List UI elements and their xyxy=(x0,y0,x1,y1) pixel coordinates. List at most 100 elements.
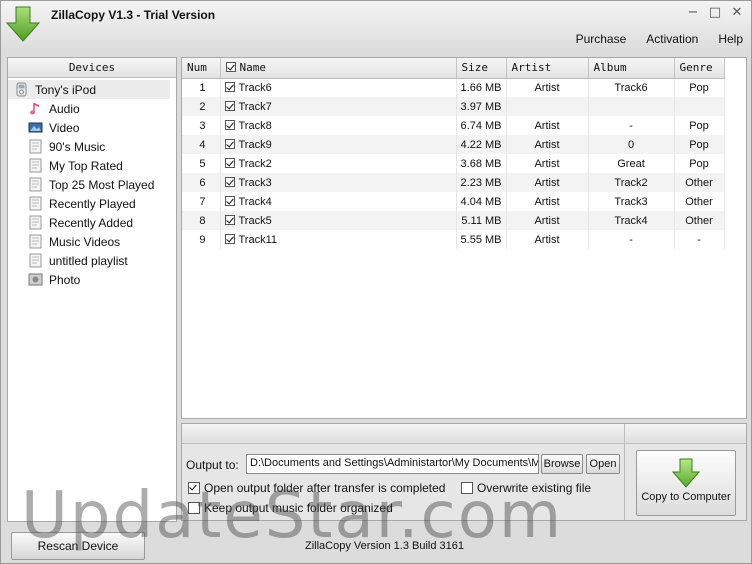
cell-genre: Pop xyxy=(674,116,725,135)
copy-to-computer-label: Copy to Computer xyxy=(641,491,731,503)
track-checkbox[interactable] xyxy=(224,157,235,168)
table-row[interactable]: 5 Track2 3.68 MB Artist Great Pop xyxy=(182,154,725,173)
keep-organized-option[interactable]: Keep output music folder organized xyxy=(188,501,393,515)
tree-item-video[interactable]: Video xyxy=(8,118,176,137)
browse-button[interactable]: Browse xyxy=(541,454,583,474)
cell-num: 1 xyxy=(182,78,221,97)
cell-album xyxy=(588,97,675,116)
cell-name: Track4 xyxy=(220,192,457,211)
col-album[interactable]: Album xyxy=(588,58,675,79)
cell-genre xyxy=(674,97,725,116)
cell-num: 3 xyxy=(182,116,221,135)
tree-item-label: Photo xyxy=(49,272,81,287)
minimize-button[interactable]: − xyxy=(685,5,701,21)
cell-genre: Pop xyxy=(674,154,725,173)
close-button[interactable]: ✕ xyxy=(729,5,745,21)
keep-organized-checkbox[interactable] xyxy=(188,502,200,514)
table-row[interactable]: 8 Track5 5.11 MB Artist Track4 Other xyxy=(182,211,725,230)
tree-item-audio[interactable]: Audio xyxy=(8,99,176,118)
open-after-label: Open output folder after transfer is com… xyxy=(204,481,446,495)
track-checkbox[interactable] xyxy=(224,119,235,130)
device-tree: Tony's iPod Audio Video 90's Music My To… xyxy=(8,78,176,289)
cell-num: 7 xyxy=(182,192,221,211)
col-size[interactable]: Size xyxy=(456,58,507,79)
cell-artist: Artist xyxy=(506,116,589,135)
tree-item-photo[interactable]: Photo xyxy=(8,270,176,289)
transfer-divider xyxy=(624,424,625,520)
track-checkbox[interactable] xyxy=(224,81,235,92)
track-name: Track2 xyxy=(238,157,272,170)
tree-item-untitled-playlist[interactable]: untitled playlist xyxy=(8,251,176,270)
cell-genre: - xyxy=(674,230,725,249)
cell-album: Track4 xyxy=(588,211,675,230)
cell-artist xyxy=(506,97,589,116)
track-checkbox[interactable] xyxy=(224,176,235,187)
cell-size: 2.23 MB xyxy=(456,173,507,192)
table-row[interactable]: 3 Track8 6.74 MB Artist - Pop xyxy=(182,116,725,135)
cell-name: Track3 xyxy=(220,173,457,192)
cell-genre: Other xyxy=(674,192,725,211)
cell-genre: Pop xyxy=(674,135,725,154)
track-name: Track7 xyxy=(238,100,272,113)
cell-name: Track2 xyxy=(220,154,457,173)
track-name: Track6 xyxy=(238,81,272,94)
menu-activation[interactable]: Activation xyxy=(646,32,698,46)
tree-item-label: My Top Rated xyxy=(49,158,123,173)
keep-organized-label: Keep output music folder organized xyxy=(204,501,393,515)
table-row[interactable]: 7 Track4 4.04 MB Artist Track3 Other xyxy=(182,192,725,211)
rescan-device-button[interactable]: Rescan Device xyxy=(11,532,145,560)
menu-help[interactable]: Help xyxy=(718,32,743,46)
cell-album: 0 xyxy=(588,135,675,154)
open-after-option[interactable]: Open output folder after transfer is com… xyxy=(188,481,445,495)
transfer-panel-header xyxy=(182,424,746,444)
open-button[interactable]: Open xyxy=(586,454,620,474)
overwrite-checkbox[interactable] xyxy=(461,482,473,494)
output-path-input[interactable]: D:\Documents and Settings\Administartor\… xyxy=(246,454,539,474)
tree-item-top-25[interactable]: Top 25 Most Played xyxy=(8,175,176,194)
cell-size: 3.68 MB xyxy=(456,154,507,173)
open-after-checkbox[interactable] xyxy=(188,482,200,494)
cell-name: Track11 xyxy=(220,230,457,249)
col-artist[interactable]: Artist xyxy=(506,58,589,79)
track-checkbox[interactable] xyxy=(224,214,235,225)
copy-to-computer-button[interactable]: Copy to Computer xyxy=(636,450,736,516)
devices-header: Devices xyxy=(8,58,176,78)
table-row[interactable]: 6 Track3 2.23 MB Artist Track2 Other xyxy=(182,173,725,192)
playlist-icon xyxy=(29,139,42,154)
track-checkbox[interactable] xyxy=(224,100,235,111)
table-row[interactable]: 9 Track11 5.55 MB Artist - - xyxy=(182,230,725,249)
tree-item-recently-played[interactable]: Recently Played xyxy=(8,194,176,213)
track-checkbox[interactable] xyxy=(224,195,235,206)
select-all-checkbox[interactable] xyxy=(225,62,236,73)
cell-artist: Artist xyxy=(506,173,589,192)
devices-panel: Devices Tony's iPod Audio Video 90's Mus… xyxy=(7,57,177,522)
cell-genre: Other xyxy=(674,173,725,192)
tree-item-90s-music[interactable]: 90's Music xyxy=(8,137,176,156)
table-row[interactable]: 4 Track9 4.22 MB Artist 0 Pop xyxy=(182,135,725,154)
ipod-icon xyxy=(16,82,27,97)
table-row[interactable]: 2 Track7 3.97 MB xyxy=(182,97,725,116)
playlist-icon xyxy=(29,215,42,230)
track-name: Track5 xyxy=(238,214,272,227)
table-row[interactable]: 1 Track6 1.66 MB Artist Track6 Pop xyxy=(182,78,725,97)
photo-icon xyxy=(28,273,43,286)
track-name: Track4 xyxy=(238,195,272,208)
app-window: ZillaCopy V1.3 - Trial Version − □ ✕ Pur… xyxy=(0,0,752,564)
overwrite-option[interactable]: Overwrite existing file xyxy=(461,481,591,495)
col-num[interactable]: Num xyxy=(182,58,221,79)
menu-purchase[interactable]: Purchase xyxy=(576,32,627,46)
cell-num: 9 xyxy=(182,230,221,249)
track-checkbox[interactable] xyxy=(224,138,235,149)
cell-size: 1.66 MB xyxy=(456,78,507,97)
device-root[interactable]: Tony's iPod xyxy=(8,80,170,99)
col-name[interactable]: Name xyxy=(220,58,457,79)
cell-album: Track6 xyxy=(588,78,675,97)
menu-bar: Purchase Activation Help xyxy=(576,32,743,46)
cell-album: Great xyxy=(588,154,675,173)
tree-item-recently-added[interactable]: Recently Added xyxy=(8,213,176,232)
maximize-button[interactable]: □ xyxy=(707,5,723,21)
track-checkbox[interactable] xyxy=(224,233,235,244)
col-genre[interactable]: Genre xyxy=(674,58,725,79)
tree-item-music-videos[interactable]: Music Videos xyxy=(8,232,176,251)
tree-item-my-top-rated[interactable]: My Top Rated xyxy=(8,156,176,175)
